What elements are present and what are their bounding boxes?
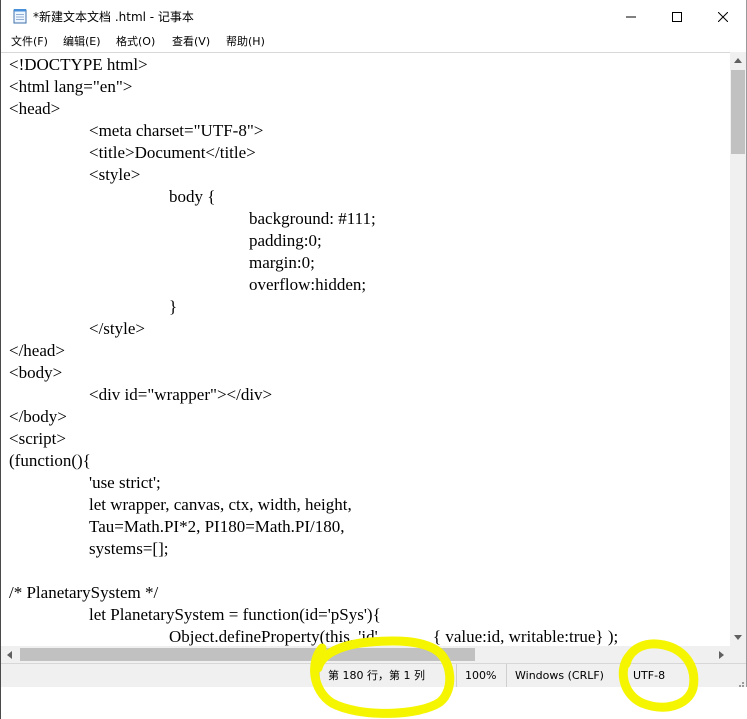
below-window-area bbox=[1, 687, 747, 719]
scroll-left-arrow[interactable] bbox=[1, 646, 18, 663]
maximize-icon bbox=[672, 7, 682, 26]
code-line: </style> bbox=[89, 319, 146, 338]
code-line: <script> bbox=[9, 429, 66, 448]
code-line: background: #111; bbox=[249, 209, 376, 228]
close-button[interactable] bbox=[700, 0, 746, 32]
code-line: Tau=Math.PI*2, PI180=Math.PI/180, bbox=[89, 517, 345, 536]
code-line: <body> bbox=[9, 363, 63, 382]
horizontal-scroll-thumb[interactable] bbox=[20, 648, 475, 661]
notepad-window: *新建文本文档 .html - 记事本 文件(F) 编辑(E) 格式(O) 查看… bbox=[0, 0, 747, 719]
code-line: body { bbox=[169, 187, 216, 206]
menu-edit[interactable]: 编辑(E) bbox=[63, 34, 101, 52]
vertical-scrollbar[interactable] bbox=[730, 52, 746, 646]
status-line-ending: Windows (CRLF) bbox=[506, 664, 624, 687]
code-line: (function(){ bbox=[9, 451, 91, 470]
code-line: /* PlanetarySystem */ bbox=[9, 583, 159, 602]
code-line: overflow:hidden; bbox=[249, 275, 367, 294]
code-line: padding:0; bbox=[249, 231, 322, 250]
code-line: <title>Document</title> bbox=[89, 143, 256, 162]
maximize-button[interactable] bbox=[654, 0, 700, 32]
code-line: <style> bbox=[89, 165, 141, 184]
status-cursor-position: 第 180 行，第 1 列 bbox=[319, 664, 463, 687]
title-bar[interactable]: *新建文本文档 .html - 记事本 bbox=[1, 0, 746, 32]
code-line: let PlanetarySystem = function(id='pSys'… bbox=[89, 605, 381, 624]
code-line: <html lang="en"> bbox=[9, 77, 133, 96]
scroll-right-arrow[interactable] bbox=[713, 646, 730, 663]
status-bar: 第 180 行，第 1 列 100% Windows (CRLF) UTF-8 bbox=[1, 663, 746, 690]
window-title: *新建文本文档 .html - 记事本 bbox=[33, 10, 194, 24]
code-line: <meta charset="UTF-8"> bbox=[89, 121, 264, 140]
code-line: margin:0; bbox=[249, 253, 315, 272]
scroll-corner bbox=[730, 646, 746, 663]
code-line: </head> bbox=[9, 341, 65, 360]
code-line: <!DOCTYPE html> bbox=[9, 55, 148, 74]
code-line: 'use strict'; bbox=[89, 473, 161, 492]
code-line: <div id="wrapper"></div> bbox=[89, 385, 273, 404]
scroll-down-arrow[interactable] bbox=[730, 629, 746, 646]
code-line: <head> bbox=[9, 99, 61, 118]
menu-format[interactable]: 格式(O) bbox=[116, 34, 155, 52]
code-line: Object.defineProperty(this, 'id', { valu… bbox=[169, 627, 619, 646]
status-zoom: 100% bbox=[456, 664, 506, 687]
horizontal-scrollbar[interactable] bbox=[1, 646, 730, 663]
scroll-up-arrow[interactable] bbox=[730, 52, 746, 69]
vertical-scroll-thumb[interactable] bbox=[731, 70, 745, 154]
menu-view[interactable]: 查看(V) bbox=[172, 34, 210, 52]
code-line: </body> bbox=[9, 407, 67, 426]
resize-grip-icon[interactable] bbox=[734, 675, 744, 690]
code-line: let wrapper, canvas, ctx, width, height, bbox=[89, 495, 352, 514]
menu-file[interactable]: 文件(F) bbox=[11, 34, 48, 52]
minimize-button[interactable] bbox=[608, 0, 654, 32]
notepad-icon[interactable] bbox=[13, 8, 27, 24]
status-encoding: UTF-8 bbox=[624, 664, 734, 687]
minimize-icon bbox=[626, 7, 636, 26]
code-line: systems=[]; bbox=[89, 539, 169, 558]
text-editor[interactable]: <!DOCTYPE html> <html lang="en"> <head> <me… bbox=[1, 52, 730, 646]
code-line: } bbox=[169, 297, 178, 316]
menu-bar: 文件(F) 编辑(E) 格式(O) 查看(V) 帮助(H) bbox=[1, 32, 746, 52]
menu-help[interactable]: 帮助(H) bbox=[226, 34, 265, 52]
close-icon bbox=[717, 7, 729, 26]
